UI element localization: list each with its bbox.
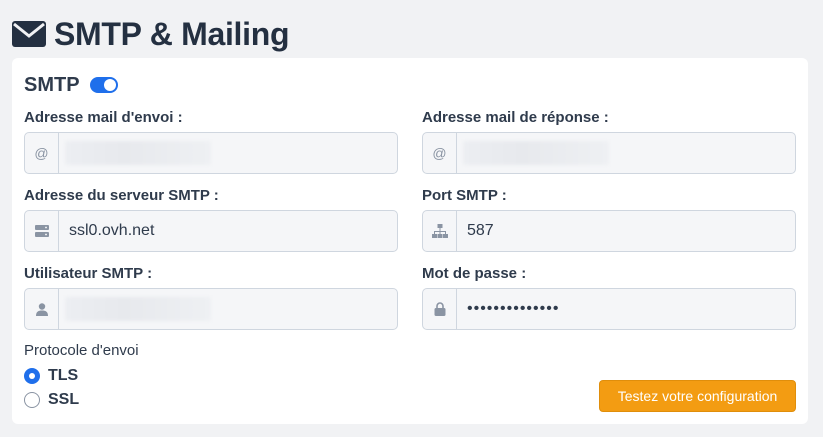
sender-email-field: Adresse mail d'envoi : @ [24, 108, 398, 174]
tls-label: TLS [48, 367, 79, 384]
smtp-label: SMTP [24, 73, 80, 96]
sender-email-label: Adresse mail d'envoi : [24, 109, 183, 126]
protocol-option-ssl[interactable]: SSL [24, 391, 79, 409]
reply-email-field: Adresse mail de réponse : @ [422, 108, 796, 174]
smtp-server-field: Adresse du serveur SMTP : ssl0.ovh.net [24, 186, 398, 252]
test-configuration-button[interactable]: Testez votre configuration [599, 380, 796, 412]
smtp-port-field: Port SMTP : 587 [422, 186, 796, 252]
server-icon [25, 211, 59, 251]
lock-icon [423, 289, 457, 329]
ssl-radio[interactable] [24, 392, 40, 408]
smtp-server-label: Adresse du serveur SMTP : [24, 187, 219, 204]
smtp-port-input[interactable]: 587 [422, 210, 796, 252]
protocol-title: Protocole d'envoi [24, 342, 139, 359]
sender-email-value-redacted [65, 141, 211, 165]
smtp-settings-card: SMTP Adresse mail d'envoi : @ Adresse ma… [12, 58, 808, 424]
password-label: Mot de passe : [422, 265, 527, 282]
reply-email-input[interactable]: @ [422, 132, 796, 174]
at-icon: @ [25, 133, 59, 173]
smtp-toggle-row: SMTP [24, 72, 118, 98]
network-icon [423, 211, 457, 251]
password-input[interactable]: •••••••••••••• [422, 288, 796, 330]
smtp-server-value: ssl0.ovh.net [69, 222, 155, 239]
reply-email-label: Adresse mail de réponse : [422, 109, 609, 126]
password-value: •••••••••••••• [467, 300, 560, 317]
sender-email-input[interactable]: @ [24, 132, 398, 174]
smtp-user-field: Utilisateur SMTP : [24, 264, 398, 330]
toggle-knob [103, 79, 116, 91]
smtp-user-label: Utilisateur SMTP : [24, 265, 153, 282]
tls-radio[interactable] [24, 368, 40, 384]
smtp-port-value: 587 [467, 222, 494, 239]
envelope-icon [12, 21, 46, 47]
smtp-enabled-toggle[interactable] [89, 77, 118, 93]
smtp-port-label: Port SMTP : [422, 187, 507, 204]
page-title-text: SMTP & Mailing [54, 15, 290, 52]
smtp-user-input[interactable] [24, 288, 398, 330]
page-title: SMTP & Mailing [12, 14, 290, 54]
smtp-server-input[interactable]: ssl0.ovh.net [24, 210, 398, 252]
protocol-option-tls[interactable]: TLS [24, 367, 78, 385]
at-icon: @ [423, 133, 457, 173]
reply-email-value-redacted [463, 141, 609, 165]
user-icon [25, 289, 59, 329]
ssl-label: SSL [48, 391, 80, 408]
password-field: Mot de passe : •••••••••••••• [422, 264, 796, 330]
smtp-user-value-redacted [65, 297, 211, 321]
